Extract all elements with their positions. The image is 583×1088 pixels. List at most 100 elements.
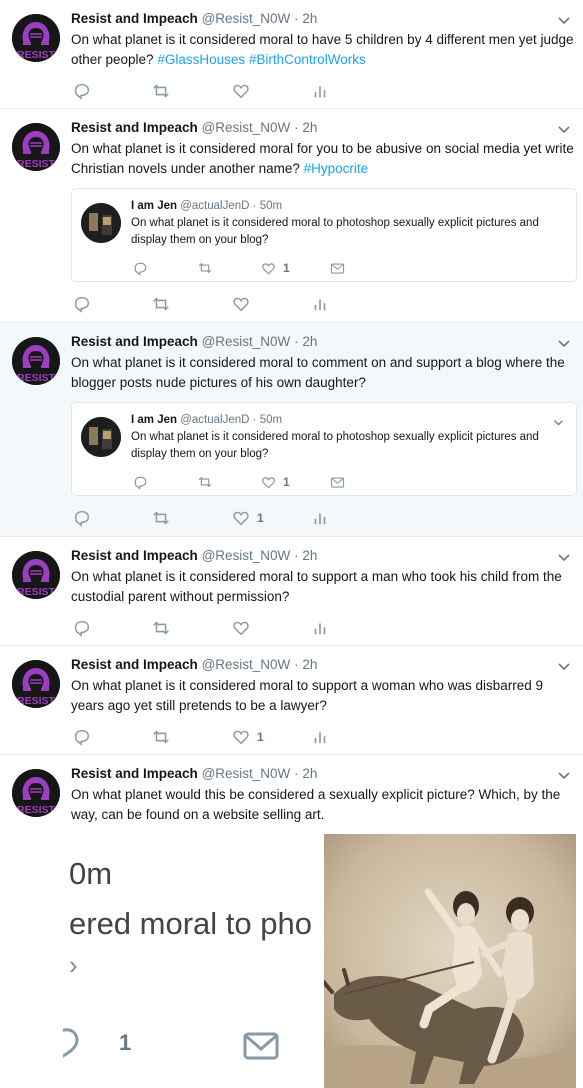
tweet[interactable]: RESIST Resist and Impeach @Resist_N0W · … — [0, 646, 583, 755]
heart-icon[interactable]: 1 — [261, 473, 290, 491]
chevron-down-icon[interactable] — [557, 337, 571, 348]
tweet-text: On what planet is it considered moral to… — [71, 30, 576, 70]
quoted-tweet[interactable]: I am Jen @actualJenD · 50m On what plane… — [71, 188, 577, 282]
quoted-author-name[interactable]: I am Jen — [131, 414, 177, 426]
hashtag[interactable]: #BirthControlWorks — [249, 52, 366, 67]
separator: · — [252, 414, 257, 426]
retweet-icon[interactable] — [151, 82, 171, 100]
avatar[interactable]: RESIST — [12, 551, 60, 599]
avatar[interactable]: RESIST — [12, 14, 60, 62]
reply-icon[interactable] — [73, 82, 91, 100]
tweet-text: On what planet is it considered moral to… — [71, 353, 576, 393]
attached-image-vintage-photo[interactable] — [324, 834, 576, 1088]
quoted-author-handle[interactable]: @actualJenD — [180, 200, 249, 212]
author-name[interactable]: Resist and Impeach — [71, 766, 198, 781]
chevron-down-icon[interactable] — [557, 14, 571, 25]
timestamp[interactable]: 2h — [302, 657, 317, 672]
author-handle[interactable]: @Resist_N0W — [202, 11, 291, 26]
attached-image-screenshot-crop[interactable]: 0m ered moral to pho › 1 — [63, 832, 322, 1088]
analytics-icon[interactable] — [311, 82, 329, 100]
author-handle[interactable]: @Resist_N0W — [202, 657, 291, 672]
svg-text:RESIST: RESIST — [17, 49, 56, 61]
quoted-avatar[interactable] — [81, 203, 121, 243]
tweet-header: Resist and Impeach @Resist_N0W · 2h — [71, 333, 317, 351]
timestamp[interactable]: 2h — [302, 120, 317, 135]
quoted-text: On what planet is it considered moral to… — [131, 217, 539, 246]
tweet-text: On what planet is it considered moral to… — [71, 567, 576, 607]
reply-icon[interactable] — [73, 619, 91, 637]
retweet-icon[interactable] — [197, 259, 213, 277]
tweet-actions — [71, 619, 361, 639]
analytics-icon[interactable] — [311, 728, 329, 746]
svg-text:RESIST: RESIST — [17, 695, 56, 707]
author-handle[interactable]: @Resist_N0W — [202, 766, 291, 781]
quoted-author-handle[interactable]: @actualJenD — [180, 414, 249, 426]
tweet[interactable]: RESIST Resist and Impeach @Resist_N0W · … — [0, 323, 583, 537]
avatar[interactable]: RESIST — [12, 769, 60, 817]
envelope-icon[interactable] — [330, 473, 345, 491]
svg-text:RESIST: RESIST — [17, 158, 56, 170]
hashtag[interactable]: #GlassHouses — [157, 52, 245, 67]
timestamp[interactable]: 2h — [302, 548, 317, 563]
analytics-icon[interactable] — [311, 295, 329, 313]
reply-icon[interactable] — [73, 728, 91, 746]
tweet-actions: 1 — [71, 509, 361, 529]
chevron-down-icon[interactable] — [557, 551, 571, 562]
heart-icon — [63, 1028, 97, 1058]
tweet-header: Resist and Impeach @Resist_N0W · 2h — [71, 119, 317, 137]
retweet-icon[interactable] — [151, 295, 171, 313]
hashtag[interactable]: #Hypocrite — [304, 161, 369, 176]
retweet-icon[interactable] — [151, 509, 171, 527]
like-count: 1 — [283, 261, 290, 275]
quoted-tweet[interactable]: I am Jen @actualJenD · 50m On what plane… — [71, 402, 577, 496]
crop-text-body: ered moral to pho — [69, 906, 312, 941]
heart-icon[interactable] — [232, 619, 250, 637]
reply-icon[interactable] — [133, 259, 148, 277]
tweet[interactable]: RESIST Resist and Impeach @Resist_N0W · … — [0, 109, 583, 323]
tweet-header: Resist and Impeach @Resist_N0W · 2h — [71, 547, 317, 565]
heart-icon[interactable]: 1 — [261, 259, 290, 277]
reply-icon[interactable] — [73, 509, 91, 527]
retweet-icon[interactable] — [151, 619, 171, 637]
author-name[interactable]: Resist and Impeach — [71, 334, 198, 349]
chevron-down-icon[interactable] — [557, 769, 571, 780]
avatar[interactable]: RESIST — [12, 123, 60, 171]
chevron-down-icon[interactable] — [557, 123, 571, 134]
timestamp[interactable]: 2h — [302, 766, 317, 781]
timestamp[interactable]: 2h — [302, 334, 317, 349]
quoted-timestamp[interactable]: 50m — [260, 414, 282, 426]
chevron-down-icon[interactable] — [553, 415, 564, 426]
heart-icon[interactable]: 1 — [232, 509, 264, 527]
svg-text:RESIST: RESIST — [17, 586, 56, 598]
heart-icon[interactable] — [232, 82, 250, 100]
retweet-icon[interactable] — [197, 473, 213, 491]
analytics-icon[interactable] — [311, 619, 329, 637]
chevron-down-icon[interactable] — [557, 660, 571, 671]
quoted-actions: 1 — [131, 473, 361, 491]
reply-icon[interactable] — [133, 473, 148, 491]
author-handle[interactable]: @Resist_N0W — [202, 548, 291, 563]
reply-icon[interactable] — [73, 295, 91, 313]
author-name[interactable]: Resist and Impeach — [71, 548, 198, 563]
author-name[interactable]: Resist and Impeach — [71, 11, 198, 26]
avatar[interactable]: RESIST — [12, 660, 60, 708]
author-handle[interactable]: @Resist_N0W — [202, 120, 291, 135]
tweet-body: On what planet is it considered moral to… — [71, 678, 543, 713]
quoted-avatar[interactable] — [81, 417, 121, 457]
avatar[interactable]: RESIST — [12, 337, 60, 385]
tweet-actions — [71, 82, 361, 102]
tweet[interactable]: RESIST Resist and Impeach @Resist_N0W · … — [0, 537, 583, 646]
author-name[interactable]: Resist and Impeach — [71, 657, 198, 672]
quoted-author-name[interactable]: I am Jen — [131, 200, 177, 212]
quoted-timestamp[interactable]: 50m — [260, 200, 282, 212]
heart-icon[interactable] — [232, 295, 250, 313]
envelope-icon[interactable] — [330, 259, 345, 277]
retweet-icon[interactable] — [151, 728, 171, 746]
timestamp[interactable]: 2h — [302, 11, 317, 26]
heart-icon[interactable]: 1 — [232, 728, 264, 746]
analytics-icon[interactable] — [311, 509, 329, 527]
tweet-header: Resist and Impeach @Resist_N0W · 2h — [71, 10, 317, 28]
tweet[interactable]: RESIST Resist and Impeach @Resist_N0W · … — [0, 0, 583, 109]
author-name[interactable]: Resist and Impeach — [71, 120, 198, 135]
author-handle[interactable]: @Resist_N0W — [202, 334, 291, 349]
